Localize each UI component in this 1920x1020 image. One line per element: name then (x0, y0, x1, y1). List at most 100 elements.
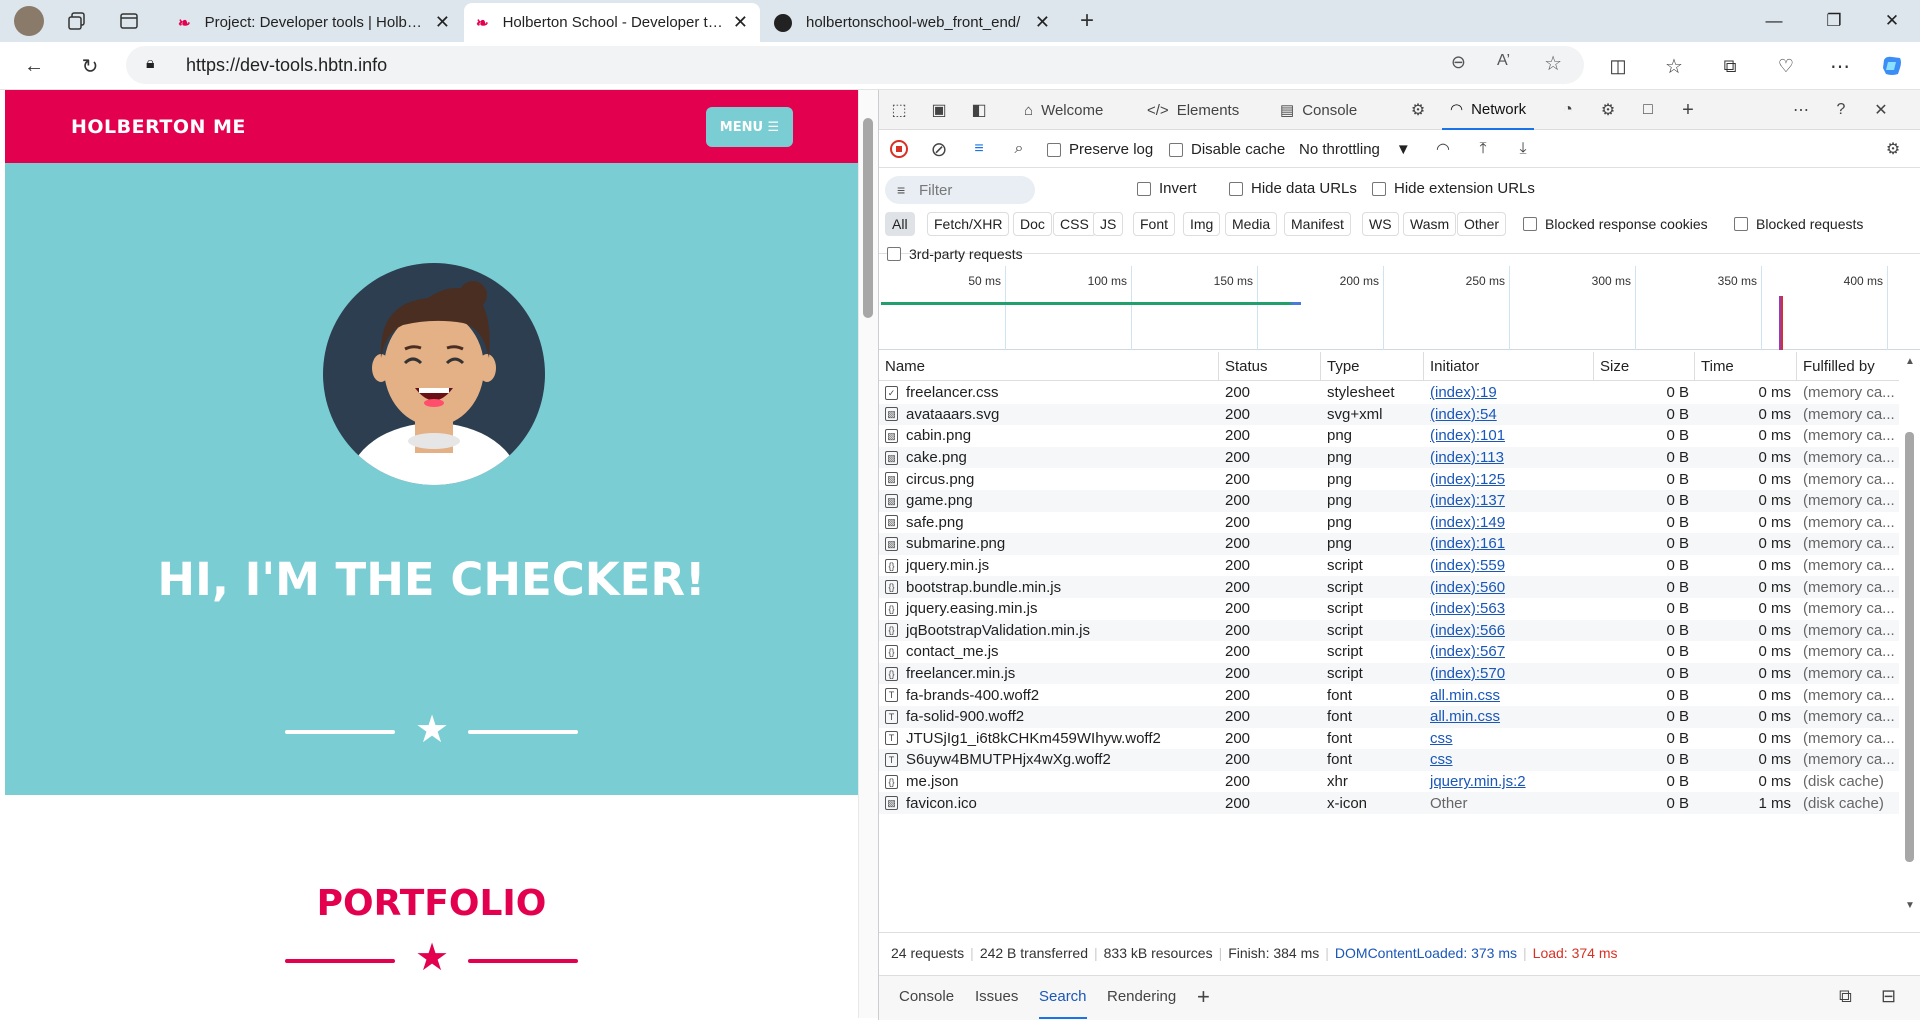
checkbox[interactable] (1734, 217, 1748, 231)
cell-initiator[interactable]: css (1424, 749, 1594, 771)
more-icon[interactable]: ⋯ (1824, 50, 1856, 82)
tab-1[interactable]: ❧ Holberton School - Developer tools ✕ (464, 3, 760, 42)
cell-initiator[interactable]: (index):19 (1424, 382, 1594, 404)
filter-type-font[interactable]: Font (1133, 212, 1176, 236)
menu-button[interactable]: MENU ☰ (706, 107, 793, 147)
split-screen-icon[interactable]: ◫ (1602, 50, 1634, 82)
blocked-requests-checkbox[interactable]: Blocked requests (1734, 216, 1863, 232)
back-icon[interactable]: ← (18, 50, 50, 82)
hide-extension-urls-checkbox[interactable]: Hide extension URLs (1372, 180, 1535, 197)
cell-initiator[interactable]: (index):137 (1424, 490, 1594, 512)
search-icon[interactable]: ⌕ (1007, 137, 1031, 161)
browser-essentials-icon[interactable]: ♡ (1770, 50, 1802, 82)
table-row[interactable]: T S6uyw4BMUTPHjx4wXg.woff2 200 font css 0 B 0 … (879, 749, 1899, 771)
collections-icon[interactable]: ⧉ (1714, 50, 1746, 82)
record-icon[interactable] (887, 137, 911, 161)
filter-type-doc[interactable]: Doc (1013, 212, 1052, 236)
checkbox[interactable] (1523, 217, 1537, 231)
invert-checkbox[interactable]: Invert (1137, 180, 1197, 197)
dock-icon[interactable]: ◧ (967, 98, 991, 122)
device-toolbar-icon[interactable]: ▣ (927, 98, 951, 122)
close-devtools-icon[interactable]: ✕ (1869, 98, 1893, 122)
checkbox[interactable] (1169, 142, 1183, 157)
read-aloud-icon[interactable]: A’ (1497, 52, 1510, 70)
tab-actions-icon[interactable] (116, 8, 142, 34)
filter-type-manifest[interactable]: Manifest (1284, 212, 1351, 236)
tab-2[interactable]: holbertonschool-web_front_end/ ✕ (762, 3, 1062, 42)
cell-initiator[interactable]: (index):125 (1424, 468, 1594, 490)
hide-data-urls-checkbox[interactable]: Hide data URLs (1229, 180, 1357, 197)
copilot-icon[interactable] (1876, 50, 1908, 82)
filter-type-all[interactable]: All (885, 212, 915, 236)
clear-icon[interactable]: ⊘ (927, 137, 951, 161)
table-row[interactable]: ▧ favicon.ico 200 x-icon Other 0 B 1 ms (disk c… (879, 792, 1899, 814)
checkbox[interactable] (887, 247, 901, 261)
col-type[interactable]: Type (1321, 352, 1424, 380)
table-row[interactable]: T JTUSjIg1_i6t8kCHKm459WIhyw.woff2 200 font… (879, 728, 1899, 750)
tab-welcome[interactable]: ⌂ Welcome (1024, 90, 1103, 130)
scrollbar-thumb[interactable] (863, 118, 873, 318)
disable-cache-checkbox[interactable]: Disable cache (1169, 141, 1285, 158)
blocked-response-cookies-checkbox[interactable]: Blocked response cookies (1523, 216, 1708, 232)
cell-initiator[interactable]: (index):560 (1424, 576, 1594, 598)
col-name[interactable]: Name (879, 352, 1219, 380)
close-window-icon[interactable]: ✕ (1864, 0, 1920, 42)
close-drawer-icon[interactable]: ⊟ (1881, 986, 1896, 1007)
cell-initiator[interactable]: (index):54 (1424, 404, 1594, 426)
filter-type-other[interactable]: Other (1457, 212, 1507, 236)
close-tab-icon[interactable]: ✕ (1035, 12, 1050, 33)
network-settings-icon[interactable]: ⚙ (1881, 137, 1905, 161)
cell-initiator[interactable]: all.min.css (1424, 706, 1594, 728)
col-size[interactable]: Size (1594, 352, 1695, 380)
cell-initiator[interactable]: (index):101 (1424, 425, 1594, 447)
help-icon[interactable]: ? (1829, 98, 1853, 122)
tab-console[interactable]: ▤ Console (1280, 90, 1357, 130)
filter-type-css[interactable]: CSS (1053, 212, 1096, 236)
workspaces-icon[interactable] (64, 8, 90, 34)
cell-initiator[interactable]: (index):149 (1424, 512, 1594, 534)
filter-type-ws[interactable]: WS (1362, 212, 1399, 236)
tab-network[interactable]: ◠ Network (1442, 90, 1535, 130)
preserve-log-checkbox[interactable]: Preserve log (1047, 141, 1153, 158)
col-time[interactable]: Time (1695, 352, 1797, 380)
drawer-tab-console[interactable]: Console (899, 988, 954, 1005)
filter-toggle-icon[interactable]: ≡ (967, 137, 991, 161)
table-row[interactable]: ▧ cake.png 200 png (index):113 0 B 0 ms (memory… (879, 446, 1899, 469)
scroll-up-icon[interactable]: ▲ (1905, 356, 1915, 367)
third-party-checkbox[interactable]: 3rd-party requests (887, 246, 1023, 262)
drawer-tab-search[interactable]: Search (1039, 988, 1087, 1019)
col-initiator[interactable]: Initiator (1424, 352, 1594, 380)
checkbox[interactable] (1229, 181, 1243, 196)
scroll-down-icon[interactable]: ▼ (1905, 900, 1915, 911)
more-tools-icon[interactable]: + (1676, 98, 1700, 122)
minimize-icon[interactable]: — (1746, 0, 1802, 42)
table-row[interactable]: {} jquery.min.js 200 script (index):559 0 B 0 … (879, 555, 1899, 577)
dock-drawer-icon[interactable]: ⧉ (1839, 986, 1852, 1007)
checkbox[interactable] (1137, 181, 1151, 196)
table-row[interactable]: ▧ avataaars.svg 200 svg+xml (index):54 0 B 0 m… (879, 403, 1899, 426)
table-row[interactable]: ✓ freelancer.css 200 stylesheet (index):19 0 … (879, 382, 1899, 404)
reload-icon[interactable]: ↻ (74, 50, 106, 82)
application-icon[interactable]: □ (1636, 98, 1660, 122)
filter-type-img[interactable]: Img (1183, 212, 1221, 236)
favorites-icon[interactable]: ☆ (1658, 50, 1690, 82)
filter-type-wasm[interactable]: Wasm (1403, 212, 1457, 236)
filter-type-fetch-xhr[interactable]: Fetch/XHR (927, 212, 1010, 236)
close-tab-icon[interactable]: ✕ (733, 12, 748, 33)
cell-initiator[interactable]: jquery.min.js:2 (1424, 771, 1594, 793)
drawer-tab-rendering[interactable]: Rendering (1107, 988, 1176, 1005)
address-bar[interactable]: 🔒︎ https://dev-tools.hbtn.info ⊖ A’ ☆ (126, 46, 1584, 84)
export-har-icon[interactable]: ⤓ (1511, 137, 1535, 161)
table-row[interactable]: {} bootstrap.bundle.min.js 200 script (index… (879, 576, 1899, 598)
table-row[interactable]: {} me.json 200 xhr jquery.min.js:2 0 B 0 ms (di… (879, 771, 1899, 793)
scrollbar-thumb[interactable] (1905, 432, 1914, 862)
cell-initiator[interactable]: (index):567 (1424, 641, 1594, 663)
cell-initiator[interactable]: (index):570 (1424, 663, 1594, 685)
favorite-star-icon[interactable]: ☆ (1544, 51, 1562, 76)
table-row[interactable]: {} jquery.easing.min.js 200 script (index):5… (879, 598, 1899, 620)
table-row[interactable]: ▧ safe.png 200 png (index):149 0 B 0 ms (memory… (879, 512, 1899, 534)
add-drawer-tab-icon[interactable]: + (1197, 984, 1210, 1010)
cell-initiator[interactable]: (index):566 (1424, 620, 1594, 642)
table-row[interactable]: ▧ cabin.png 200 png (index):101 0 B 0 ms (memor… (879, 425, 1899, 447)
inspect-icon[interactable]: ⬚ (887, 98, 911, 122)
